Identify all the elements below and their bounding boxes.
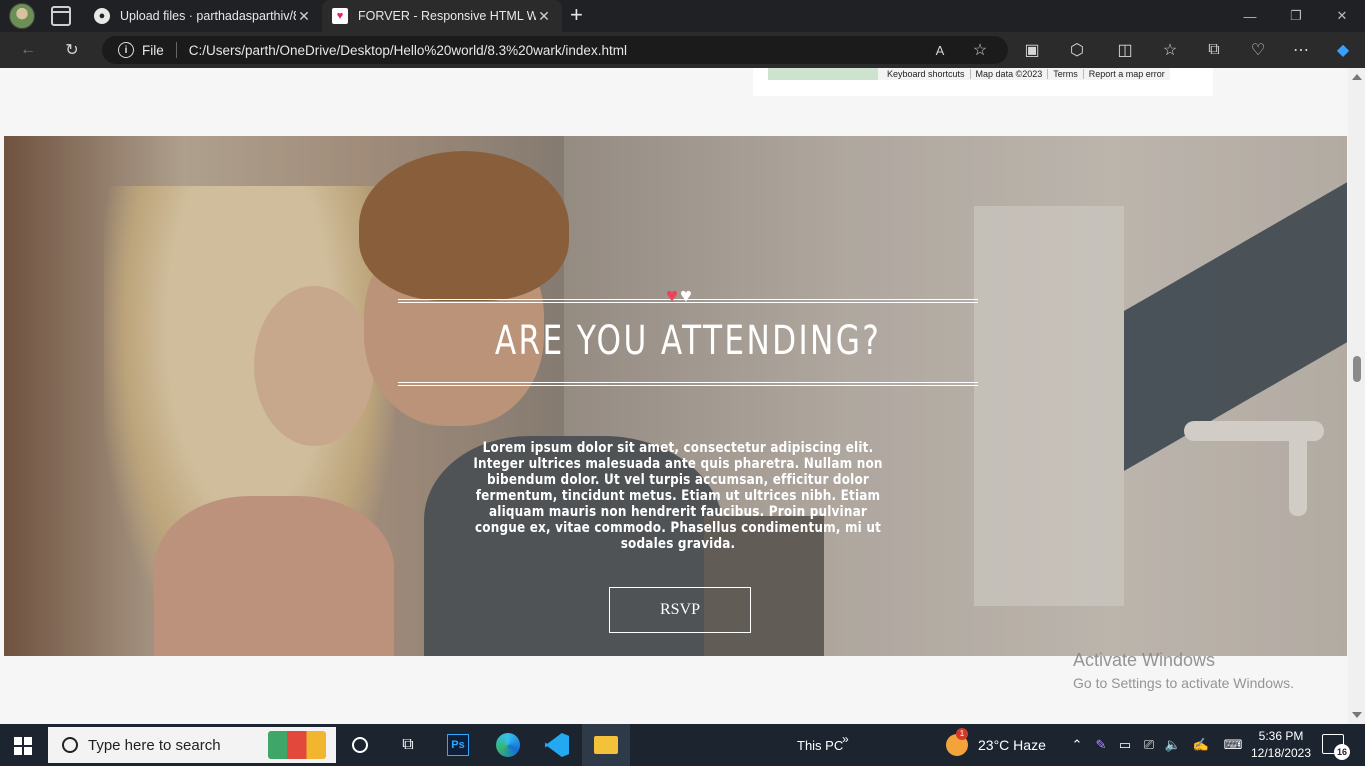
url-scheme: File: [142, 42, 164, 58]
rsvp-hero-section: ♥ ♥ ARE YOU ATTENDING? Lorem ipsum dolor…: [4, 136, 1347, 656]
clock-date: 12/18/2023: [1250, 746, 1312, 760]
scroll-down-icon[interactable]: [1352, 712, 1362, 718]
rsvp-description: Lorem ipsum dolor sit amet, consectetur …: [473, 440, 883, 552]
show-hidden-icons[interactable]: ⌃: [1069, 737, 1085, 753]
info-icon[interactable]: i: [118, 42, 134, 58]
favorite-star-icon[interactable]: ☆: [968, 38, 992, 62]
start-button[interactable]: [14, 737, 32, 755]
report-map-error-link[interactable]: Report a map error: [1082, 69, 1170, 79]
vscode-icon[interactable]: [533, 724, 581, 766]
weather-text: 23°C Haze: [978, 737, 1046, 753]
cortana-icon[interactable]: [336, 724, 384, 766]
toolbar-expand-icon[interactable]: »: [842, 718, 849, 760]
restore-icon[interactable]: ❐: [1273, 0, 1319, 32]
white-heart-icon: ♥: [680, 285, 692, 307]
weather-icon: 1: [946, 728, 968, 756]
rsvp-heading: ARE YOU ATTENDING?: [494, 318, 882, 364]
notification-center-icon[interactable]: 16: [1322, 734, 1350, 760]
hearts-icon: ♥ ♥: [666, 286, 706, 306]
edge-icon[interactable]: [484, 724, 532, 766]
heart-favicon-icon: ♥: [332, 8, 348, 24]
favorites-icon[interactable]: ☆: [1158, 38, 1182, 62]
address-bar[interactable]: i File C:/Users/parth/OneDrive/Desktop/H…: [102, 36, 1008, 64]
search-placeholder: Type here to search: [88, 736, 221, 754]
photoshop-icon[interactable]: Ps: [434, 724, 482, 766]
split-screen-icon[interactable]: ◫: [1113, 38, 1137, 62]
file-explorer-icon[interactable]: [582, 724, 630, 766]
tab-title: FORVER - Responsive HTML Wedd: [358, 9, 536, 23]
collections-icon[interactable]: ⧉: [1202, 38, 1226, 62]
close-tab-icon[interactable]: ✕: [536, 8, 552, 25]
refresh-icon[interactable]: ↻: [60, 38, 84, 62]
close-window-icon[interactable]: ✕: [1319, 0, 1365, 32]
activate-windows-watermark: Activate Windows Go to Settings to activ…: [1073, 650, 1294, 691]
taskbar-search[interactable]: Type here to search: [48, 727, 336, 763]
new-tab-icon[interactable]: +: [570, 4, 583, 26]
performance-icon[interactable]: ♡: [1246, 38, 1270, 62]
tab-forver-active[interactable]: ♥ FORVER - Responsive HTML Wedd ✕: [322, 0, 562, 32]
scrollbar-thumb[interactable]: [1353, 356, 1361, 382]
close-tab-icon[interactable]: ✕: [296, 8, 312, 25]
profile-avatar[interactable]: [9, 3, 35, 29]
map-tile: [768, 68, 878, 80]
read-aloud-icon[interactable]: A: [928, 38, 952, 62]
volume-icon[interactable]: 🔈: [1165, 737, 1181, 753]
watermark-title: Activate Windows: [1073, 650, 1216, 670]
tab-upload-files[interactable]: ● Upload files · parthadasparthiv/8 ✕: [84, 0, 322, 32]
rsvp-button[interactable]: RSVP: [609, 587, 751, 633]
tab-actions-icon[interactable]: [51, 6, 71, 26]
map-attribution: Keyboard shortcuts Map data ©2023 Terms …: [878, 68, 1170, 80]
battery-icon[interactable]: ▭: [1117, 737, 1133, 753]
url-text[interactable]: C:/Users/parth/OneDrive/Desktop/Hello%20…: [189, 43, 627, 58]
clock-time: 5:36 PM: [1258, 729, 1304, 743]
watermark-subtitle: Go to Settings to activate Windows.: [1073, 675, 1294, 691]
tab-title: Upload files · parthadasparthiv/8: [120, 9, 296, 23]
pen-workspace-icon[interactable]: ✍: [1193, 737, 1209, 753]
divider-bottom: [398, 382, 978, 386]
this-pc-label[interactable]: This PC: [797, 724, 843, 766]
keyboard-shortcuts-link[interactable]: Keyboard shortcuts: [882, 69, 970, 79]
search-icon: [62, 737, 78, 753]
embedded-map[interactable]: Keyboard shortcuts Map data ©2023 Terms …: [753, 68, 1213, 96]
page-scrollbar[interactable]: [1348, 68, 1365, 724]
scroll-up-icon[interactable]: [1352, 74, 1362, 80]
divider: [175, 42, 177, 58]
github-icon: ●: [94, 8, 110, 24]
terms-link[interactable]: Terms: [1047, 69, 1083, 79]
pen-app-icon[interactable]: ✎: [1093, 737, 1109, 753]
system-clock[interactable]: 5:36 PM 12/18/2023: [1248, 728, 1314, 762]
task-view-icon[interactable]: ⧉: [384, 724, 432, 766]
copilot-icon[interactable]: ◆: [1331, 38, 1355, 62]
minimize-icon[interactable]: —: [1227, 0, 1273, 32]
keyboard-icon[interactable]: ⌨: [1222, 737, 1244, 753]
search-highlight-icon: [268, 731, 326, 759]
network-icon[interactable]: ⎚: [1141, 737, 1157, 753]
extensions-icon[interactable]: ⬡: [1065, 38, 1089, 62]
more-menu-icon[interactable]: ⋯: [1289, 38, 1313, 62]
red-heart-icon: ♥: [666, 285, 678, 307]
windows-taskbar: Type here to search ⧉ Ps This PC » 1 23°…: [0, 724, 1365, 766]
browser-tab-strip: ● Upload files · parthadasparthiv/8 ✕ ♥ …: [0, 0, 1365, 32]
browser-toolbar: ← ↻ i File C:/Users/parth/OneDrive/Deskt…: [0, 32, 1365, 68]
weather-widget[interactable]: 1 23°C Haze: [946, 724, 1046, 766]
notification-count: 16: [1334, 744, 1350, 760]
extension-t-icon[interactable]: ▣: [1020, 38, 1044, 62]
back-icon[interactable]: ←: [16, 38, 40, 62]
map-data-text: Map data ©2023: [969, 69, 1048, 79]
page-viewport: Keyboard shortcuts Map data ©2023 Terms …: [0, 68, 1365, 724]
